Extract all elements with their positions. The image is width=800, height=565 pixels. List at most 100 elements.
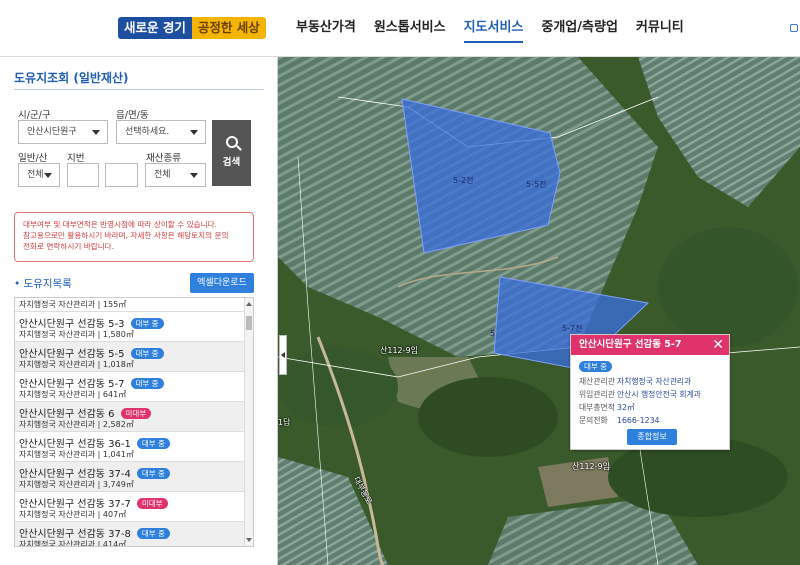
list-item-sub: 자치행정국 자산관리과 | 2,582㎡ bbox=[19, 420, 134, 429]
field-key: 대부총면적 bbox=[579, 403, 615, 412]
general-select[interactable]: 전체 bbox=[18, 163, 60, 187]
scroll-thumb[interactable] bbox=[246, 316, 252, 330]
top-header: 새로운 경기 공정한 세상 부동산가격 원스톱서비스 지도서비스 중개업/측량업… bbox=[0, 0, 800, 57]
status-badge: 대부 중 bbox=[579, 361, 613, 372]
list-item[interactable]: 안산시단원구 선감동 5-3 대부 중 자치행정국 자산관리과 | 1,580㎡ bbox=[15, 312, 245, 342]
logo-text-1: 새로운 경기 bbox=[118, 17, 192, 39]
list-item-name-wrap: 안산시단원구 선감동 5-5 대부 중 bbox=[19, 345, 164, 360]
list-item[interactable]: 안산시단원구 선감동 37-4 대부 중 자치행정국 자산관리과 | 3,749㎡ bbox=[15, 462, 245, 492]
field-key: 문의전화 bbox=[579, 416, 608, 425]
list-item-name-wrap: 안산시단원구 선감동 5-7 대부 중 bbox=[19, 375, 164, 390]
list-item-sub: 자치행정국 자산관리과 | 3,749㎡ bbox=[19, 480, 134, 489]
list-item-name-wrap: 안산시단원구 선감동 37-8 대부 중 bbox=[19, 525, 170, 540]
asset-type-select[interactable]: 전체 bbox=[145, 163, 206, 187]
close-icon[interactable]: ✕ bbox=[712, 337, 724, 353]
label-sigungu: 시/군/구 bbox=[18, 110, 51, 121]
map-label: 1답 bbox=[278, 418, 291, 427]
panel-collapse-handle[interactable] bbox=[279, 335, 287, 375]
status-badge: 대부 중 bbox=[130, 378, 164, 389]
status-badge: 미대부 bbox=[136, 498, 168, 509]
list-item[interactable]: 자치행정국 자산관리과 | 155㎡ bbox=[15, 298, 245, 312]
list-item-sub: 자치행정국 자산관리과 | 155㎡ bbox=[19, 300, 127, 309]
field-key: 재산관리관 bbox=[579, 377, 615, 386]
nav-real-estate-price[interactable]: 부동산가격 bbox=[296, 18, 356, 43]
sigungu-select[interactable]: 안산시단원구 bbox=[18, 120, 108, 144]
list-item-sub: 자치행정국 자산관리과 | 1,580㎡ bbox=[19, 330, 134, 339]
logo-text-2: 공정한 세상 bbox=[191, 17, 266, 39]
menu-icon[interactable] bbox=[790, 24, 798, 32]
list-scrollbar[interactable] bbox=[244, 298, 253, 546]
status-badge: 대부 중 bbox=[136, 468, 170, 479]
list-item-sub: 자치행정국 자산관리과 | 414㎡ bbox=[19, 540, 127, 547]
nav-map-service[interactable]: 지도서비스 bbox=[463, 18, 524, 43]
list-item-sub: 자치행정국 자산관리과 | 1,018㎡ bbox=[19, 360, 134, 369]
popup-title: 안산시단원구 선감동 5-7 bbox=[571, 335, 729, 355]
popup-field: 위임관리관 안산시 행정안전국 회계과 bbox=[579, 389, 701, 400]
jibun-sub-input[interactable] bbox=[105, 163, 138, 187]
general-value: 전체 bbox=[27, 170, 44, 180]
chevron-down-icon bbox=[92, 130, 100, 135]
property-list: 자치행정국 자산관리과 | 155㎡ 안산시단원구 선감동 5-3 대부 중 자치… bbox=[14, 297, 254, 547]
list-item[interactable]: 안산시단원구 선감동 37-7 미대부 자치행정국 자산관리과 | 407㎡ bbox=[15, 492, 245, 522]
status-badge: 대부 중 bbox=[130, 318, 164, 329]
list-item[interactable]: 안산시단원구 선감동 5-5 대부 중 자치행정국 자산관리과 | 1,018㎡ bbox=[15, 342, 245, 372]
field-value: 32㎡ bbox=[617, 403, 635, 412]
eup-value: 선택하세요. bbox=[125, 127, 170, 137]
list-item-name-wrap: 안산시단원구 선감동 36-1 대부 중 bbox=[19, 435, 170, 450]
chevron-down-icon bbox=[44, 173, 52, 178]
jibun-main-input[interactable] bbox=[67, 163, 99, 187]
field-value: 1666-1234 bbox=[617, 416, 660, 425]
scroll-up-icon[interactable] bbox=[246, 302, 252, 306]
list-item-sub: 자치행정국 자산관리과 | 1,041㎡ bbox=[19, 450, 134, 459]
list-item[interactable]: 안산시단원구 선감동 5-7 대부 중 자치행정국 자산관리과 | 641㎡ bbox=[15, 372, 245, 402]
field-value: 안산시 행정안전국 회계과 bbox=[617, 390, 701, 399]
sigungu-value: 안산시단원구 bbox=[27, 127, 77, 137]
notice-line-3: 전화로 연락하시기 바랍니다. bbox=[23, 242, 115, 251]
nav-onestop-service[interactable]: 원스톱서비스 bbox=[374, 18, 446, 43]
list-title: • 도유지목록 bbox=[14, 278, 72, 290]
notice-line-2: 참고용으로만 활용하시기 바라며, 자세한 사항은 해당토지의 문의 bbox=[23, 231, 229, 240]
search-panel: 도유지조회 (일반재산) 시/군/구 읍/면/동 안산시단원구 선택하세요. 일… bbox=[0, 57, 278, 565]
title-divider bbox=[14, 89, 264, 90]
field-key: 위임관리관 bbox=[579, 390, 615, 399]
popup-field: 재산관리관 자치행정국 자산관리과 bbox=[579, 376, 691, 387]
list-item[interactable]: 안산시단원구 선감동 37-8 대부 중 자치행정국 자산관리과 | 414㎡ bbox=[15, 522, 245, 547]
eup-select[interactable]: 선택하세요. bbox=[116, 120, 206, 144]
map-view[interactable]: 5-2전 5-5전 5-7전 5 산112-9임 산112-9임 1답 대부동로 bbox=[278, 57, 800, 565]
field-value: 자치행정국 자산관리과 bbox=[617, 377, 692, 386]
list-item-name-wrap: 안산시단원구 선감동 6 미대부 bbox=[19, 405, 152, 420]
search-button-label: 검색 bbox=[222, 157, 241, 168]
parcel-label: 5-2전 bbox=[453, 176, 474, 185]
nav-broker-survey[interactable]: 중개업/측량업 bbox=[541, 18, 618, 43]
status-badge: 대부 중 bbox=[136, 528, 170, 539]
detail-info-button[interactable]: 종합정보 bbox=[627, 429, 677, 445]
label-jibun: 지번 bbox=[67, 153, 85, 164]
label-eup: 읍/면/동 bbox=[116, 110, 149, 121]
label-general: 일반/산 bbox=[18, 153, 48, 164]
excel-download-button[interactable]: 엑셀다운로드 bbox=[190, 273, 254, 293]
status-badge: 미대부 bbox=[120, 408, 152, 419]
site-logo[interactable]: 새로운 경기 공정한 세상 bbox=[118, 17, 266, 39]
parcel-label: 5-7전 bbox=[562, 324, 583, 333]
search-button[interactable]: 검색 bbox=[212, 120, 251, 186]
list-item-name-wrap: 안산시단원구 선감동 5-3 대부 중 bbox=[19, 315, 164, 330]
list-item-name-wrap: 안산시단원구 선감동 37-7 미대부 bbox=[19, 495, 168, 510]
map-label: 산112-9임 bbox=[380, 346, 418, 355]
list-item-sub: 자치행정국 자산관리과 | 641㎡ bbox=[19, 390, 127, 399]
notice-box: 대부여부 및 대부면적은 반영시점에 따라 상이할 수 있습니다. 참고용으로만… bbox=[14, 212, 254, 262]
status-badge: 대부 중 bbox=[130, 348, 164, 359]
search-icon bbox=[225, 136, 238, 148]
asset-value: 전체 bbox=[154, 170, 171, 180]
list-item[interactable]: 안산시단원구 선감동 6 미대부 자치행정국 자산관리과 | 2,582㎡ bbox=[15, 402, 245, 432]
scroll-down-icon[interactable] bbox=[246, 538, 252, 542]
popup-field: 대부총면적 32㎡ bbox=[579, 402, 635, 413]
status-badge: 대부 중 bbox=[136, 438, 170, 449]
main-nav: 부동산가격 원스톱서비스 지도서비스 중개업/측량업 커뮤니티 bbox=[296, 18, 684, 43]
nav-community[interactable]: 커뮤니티 bbox=[636, 18, 684, 43]
list-item[interactable]: 안산시단원구 선감동 36-1 대부 중 자치행정국 자산관리과 | 1,041㎡ bbox=[15, 432, 245, 462]
chevron-down-icon bbox=[190, 130, 198, 135]
label-asset-type: 재산종류 bbox=[146, 153, 181, 164]
parcel-info-popup: 안산시단원구 선감동 5-7 ✕ 대부 중 재산관리관 자치행정국 자산관리과 위… bbox=[570, 334, 730, 450]
popup-field: 문의전화 1666-1234 bbox=[579, 415, 660, 426]
parcel-label: 5 bbox=[490, 329, 496, 338]
